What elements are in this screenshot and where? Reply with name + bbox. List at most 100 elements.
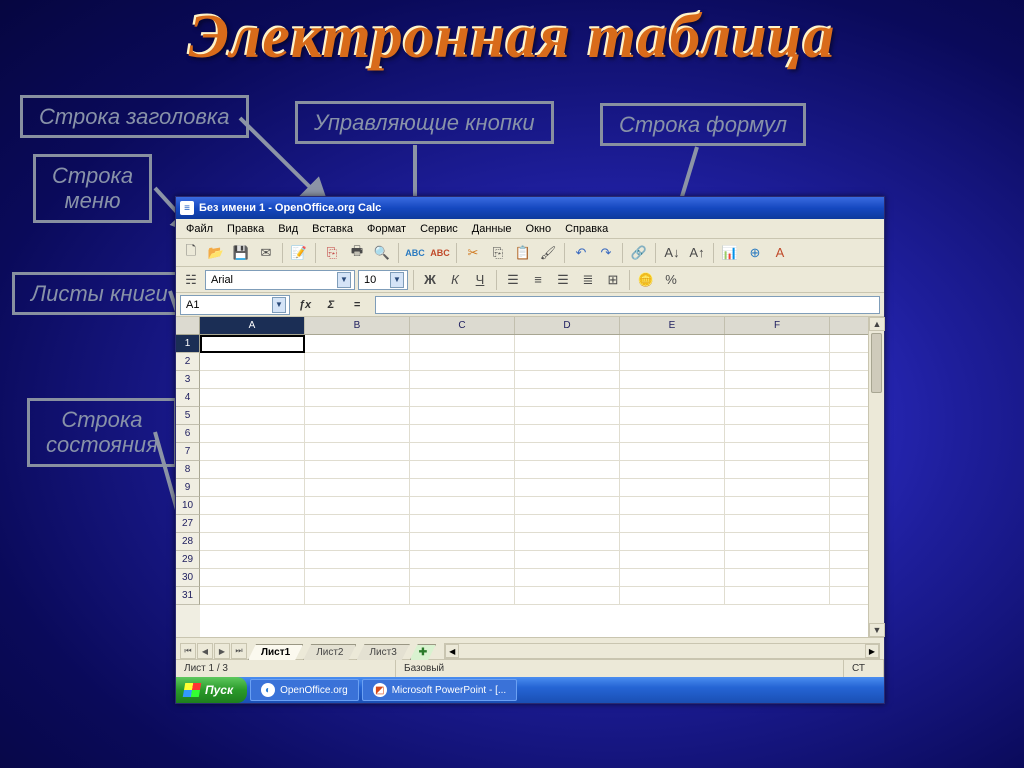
cell[interactable]	[410, 479, 515, 496]
cell[interactable]	[515, 551, 620, 568]
align-right-icon[interactable]: ☰	[552, 269, 574, 291]
cell[interactable]	[200, 443, 305, 460]
cell[interactable]	[725, 569, 830, 586]
scroll-up-icon[interactable]: ▲	[869, 317, 885, 331]
cell[interactable]	[410, 371, 515, 388]
cell[interactable]	[620, 497, 725, 514]
sum-icon[interactable]: Σ	[320, 296, 342, 314]
row-header[interactable]: 2	[176, 353, 200, 371]
cell[interactable]	[620, 461, 725, 478]
cell[interactable]	[620, 371, 725, 388]
row-header[interactable]: 7	[176, 443, 200, 461]
horizontal-scrollbar[interactable]: ◀ ▶	[444, 643, 880, 659]
font-size-combo[interactable]: 10 ▼	[358, 270, 408, 290]
edit-doc-icon[interactable]: 📝	[288, 242, 310, 264]
cell[interactable]	[200, 569, 305, 586]
column-header[interactable]: F	[725, 317, 830, 334]
preview-icon[interactable]: 🔍	[371, 242, 393, 264]
formula-input[interactable]	[375, 296, 880, 314]
cell[interactable]	[410, 587, 515, 604]
cell[interactable]	[200, 407, 305, 424]
tab-nav-first-icon[interactable]: ⏮	[180, 643, 196, 659]
cell[interactable]	[725, 497, 830, 514]
start-button[interactable]: Пуск	[176, 677, 247, 703]
copy-icon[interactable]: ⎘	[487, 242, 509, 264]
align-left-icon[interactable]: ☰	[502, 269, 524, 291]
paste-icon[interactable]: 📋	[512, 242, 534, 264]
row-header[interactable]: 5	[176, 407, 200, 425]
brush-icon[interactable]: 🖌	[537, 242, 559, 264]
cell[interactable]	[305, 353, 410, 370]
menu-edit[interactable]: Правка	[221, 221, 270, 237]
cell[interactable]	[305, 461, 410, 478]
cell[interactable]	[200, 551, 305, 568]
cell[interactable]	[620, 569, 725, 586]
cell[interactable]	[620, 443, 725, 460]
cell[interactable]	[515, 533, 620, 550]
cell[interactable]	[200, 587, 305, 604]
cell[interactable]	[305, 389, 410, 406]
cell[interactable]	[725, 389, 830, 406]
italic-icon[interactable]: К	[444, 269, 466, 291]
cell[interactable]	[620, 335, 725, 352]
cell[interactable]	[725, 515, 830, 532]
cell[interactable]	[305, 407, 410, 424]
underline-icon[interactable]: Ч	[469, 269, 491, 291]
title-bar[interactable]: ≡ Без имени 1 - OpenOffice.org Calc	[176, 197, 884, 219]
align-center-icon[interactable]: ≡	[527, 269, 549, 291]
cell[interactable]	[305, 371, 410, 388]
cell[interactable]	[515, 587, 620, 604]
cell[interactable]	[620, 353, 725, 370]
cell[interactable]	[620, 515, 725, 532]
cell[interactable]	[725, 353, 830, 370]
column-header[interactable]: B	[305, 317, 410, 334]
tab-nav-next-icon[interactable]: ▶	[214, 643, 230, 659]
cell[interactable]	[515, 353, 620, 370]
style-icon[interactable]: ☵	[180, 269, 202, 291]
cell[interactable]	[305, 569, 410, 586]
column-header[interactable]: D	[515, 317, 620, 334]
chart-icon[interactable]: 📊	[719, 242, 741, 264]
equals-icon[interactable]: =	[346, 296, 368, 314]
cell[interactable]	[515, 371, 620, 388]
row-header[interactable]: 31	[176, 587, 200, 605]
open-icon[interactable]: 📂	[205, 242, 227, 264]
row-header[interactable]: 27	[176, 515, 200, 533]
column-header[interactable]: A	[200, 317, 305, 334]
cell[interactable]	[305, 551, 410, 568]
name-box[interactable]: A1 ▼	[180, 295, 290, 315]
row-header[interactable]: 8	[176, 461, 200, 479]
align-justify-icon[interactable]: ≣	[577, 269, 599, 291]
row-header[interactable]: 1	[176, 335, 200, 353]
row-header[interactable]: 6	[176, 425, 200, 443]
cell[interactable]	[410, 461, 515, 478]
cell[interactable]	[515, 425, 620, 442]
cell[interactable]	[725, 335, 830, 352]
menu-help[interactable]: Справка	[559, 221, 614, 237]
cell[interactable]	[515, 335, 620, 352]
save-icon[interactable]: 💾	[230, 242, 252, 264]
cell[interactable]	[620, 425, 725, 442]
sheet-tab-1[interactable]: Лист1	[248, 644, 303, 660]
cell[interactable]	[200, 389, 305, 406]
cut-icon[interactable]: ✂	[462, 242, 484, 264]
menu-data[interactable]: Данные	[466, 221, 518, 237]
cell[interactable]	[200, 533, 305, 550]
cell[interactable]	[725, 587, 830, 604]
row-header[interactable]: 10	[176, 497, 200, 515]
cell[interactable]	[410, 425, 515, 442]
print-icon[interactable]: 🖶	[346, 242, 368, 264]
cell[interactable]	[305, 515, 410, 532]
cell[interactable]	[725, 443, 830, 460]
cell[interactable]	[620, 479, 725, 496]
cell[interactable]	[410, 407, 515, 424]
cell[interactable]	[200, 425, 305, 442]
cell[interactable]	[620, 533, 725, 550]
cell[interactable]	[200, 353, 305, 370]
cell[interactable]	[515, 443, 620, 460]
cell[interactable]	[620, 389, 725, 406]
add-sheet-button[interactable]: ✚	[410, 644, 436, 660]
cell-grid[interactable]	[200, 335, 868, 637]
nav-icon[interactable]: ⊕	[744, 242, 766, 264]
cell[interactable]	[725, 371, 830, 388]
